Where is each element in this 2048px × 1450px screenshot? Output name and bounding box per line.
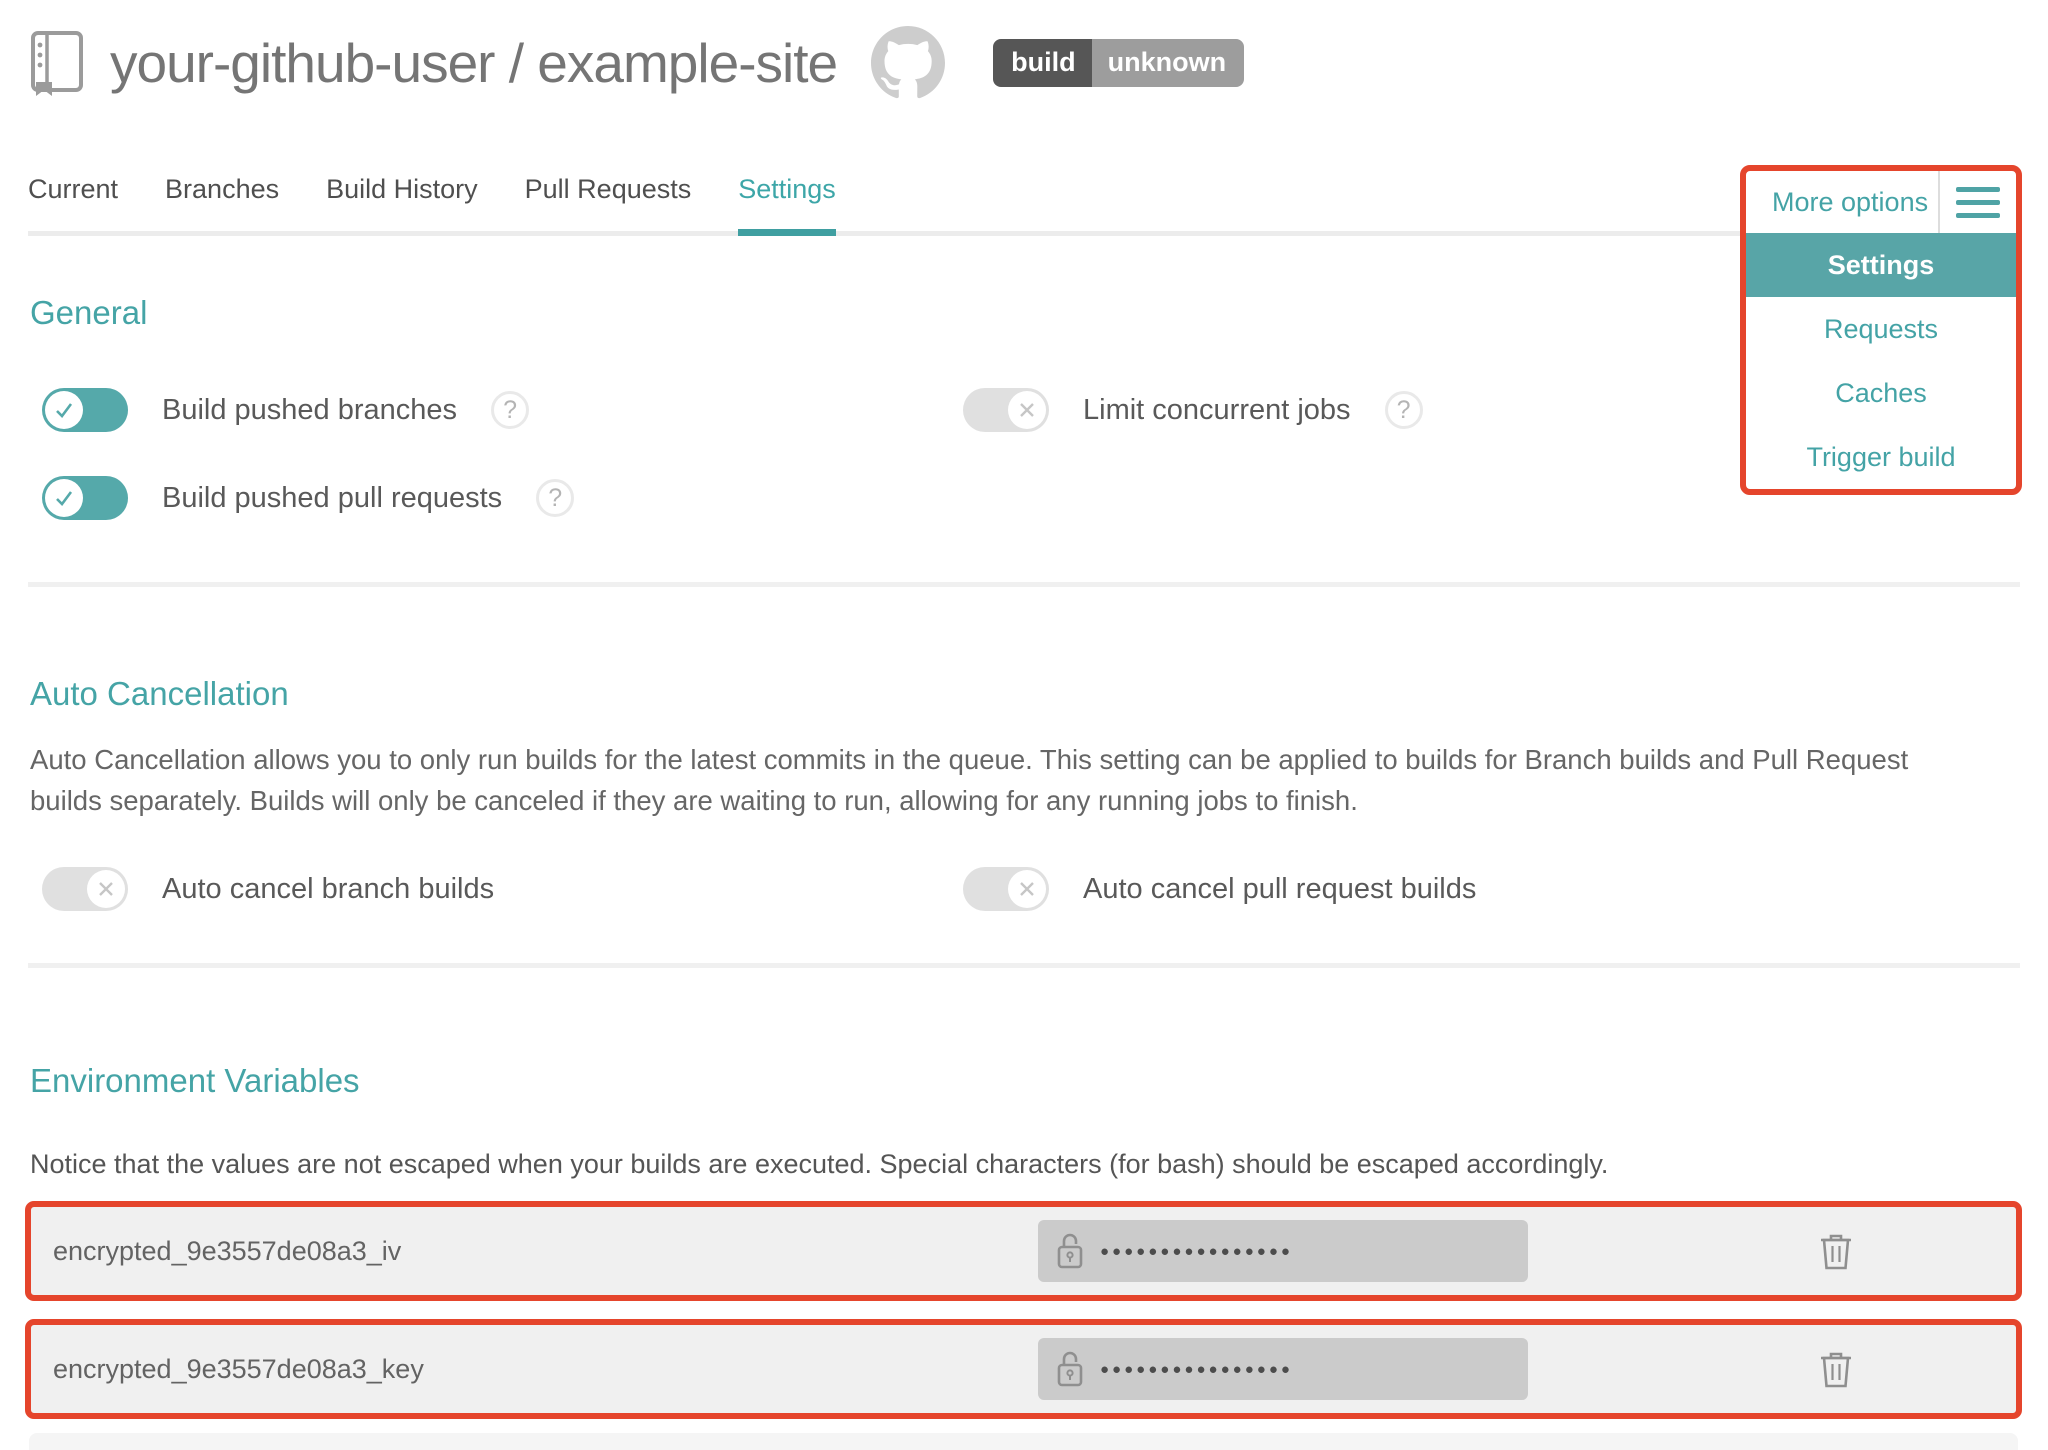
toggle-knob-check-icon <box>45 479 83 517</box>
auto-cancellation-heading: Auto Cancellation <box>30 675 2018 713</box>
tab-settings[interactable]: Settings <box>738 174 836 236</box>
toggle-knob-check-icon <box>45 391 83 429</box>
general-heading: General <box>30 294 2018 332</box>
help-icon[interactable]: ? <box>1385 391 1423 429</box>
toggle-knob-x-icon <box>1008 870 1046 908</box>
next-row-edge <box>29 1433 2018 1450</box>
toggle-label: Build pushed pull requests <box>162 482 502 515</box>
tab-current[interactable]: Current <box>28 174 118 231</box>
badge-label: build <box>993 39 1091 87</box>
help-icon[interactable]: ? <box>536 479 574 517</box>
repo-book-icon <box>30 30 84 96</box>
menu-item-settings[interactable]: Settings <box>1746 233 2016 297</box>
toggle-knob-x-icon <box>1008 391 1046 429</box>
env-var-name: encrypted_9e3557de08a3_iv <box>53 1236 1038 1267</box>
toggle-label: Auto cancel branch builds <box>162 873 494 906</box>
env-vars-notice: Notice that the values are not escaped w… <box>30 1144 1950 1185</box>
delete-env-var-icon[interactable] <box>1818 1230 1854 1272</box>
tab-build-history[interactable]: Build History <box>326 174 478 231</box>
env-var-row: encrypted_9e3557de08a3_key ●●●●●●●●●●●●●… <box>25 1319 2022 1419</box>
masked-value: ●●●●●●●●●●●●●●●● <box>1100 1361 1293 1378</box>
build-pushed-branches-setting: Build pushed branches ? <box>42 388 963 432</box>
env-var-name: encrypted_9e3557de08a3_key <box>53 1354 1038 1385</box>
auto-cancellation-description: Auto Cancellation allows you to only run… <box>30 739 1950 821</box>
badge-status: unknown <box>1092 39 1244 87</box>
menu-item-caches[interactable]: Caches <box>1746 361 2016 425</box>
more-options-dropdown: More options Settings Requests Caches Tr… <box>1740 165 2022 495</box>
repo-header: your-github-user / example-site build un… <box>0 0 2048 100</box>
env-var-value-field: ●●●●●●●●●●●●●●●● <box>1038 1220 1528 1282</box>
menu-item-requests[interactable]: Requests <box>1746 297 2016 361</box>
tab-pull-requests[interactable]: Pull Requests <box>525 174 692 231</box>
settings-page: your-github-user / example-site build un… <box>0 0 2048 1450</box>
auto-cancellation-toggle-row: Auto cancel branch builds Auto cancel pu… <box>0 867 2048 911</box>
auto-cancel-pr-toggle[interactable] <box>963 867 1049 911</box>
build-pushed-branches-toggle[interactable] <box>42 388 128 432</box>
more-options-label: More options <box>1772 187 1928 218</box>
delete-env-var-icon[interactable] <box>1818 1348 1854 1390</box>
section-divider <box>28 963 2020 968</box>
environment-variables-heading: Environment Variables <box>30 1062 2018 1100</box>
auto-cancel-branch-toggle[interactable] <box>42 867 128 911</box>
build-pushed-pull-requests-toggle[interactable] <box>42 476 128 520</box>
toggle-label: Limit concurrent jobs <box>1083 394 1351 427</box>
toggle-label: Build pushed branches <box>162 394 457 427</box>
page-title: your-github-user / example-site <box>110 31 837 95</box>
auto-cancel-pr-setting: Auto cancel pull request builds <box>963 867 2018 911</box>
help-icon[interactable]: ? <box>491 391 529 429</box>
lock-icon <box>1056 1232 1084 1270</box>
section-divider <box>28 582 2020 587</box>
toggle-knob-x-icon <box>87 870 125 908</box>
limit-concurrent-jobs-toggle[interactable] <box>963 388 1049 432</box>
auto-cancel-branch-setting: Auto cancel branch builds <box>42 867 963 911</box>
hamburger-icon[interactable] <box>1940 187 2016 218</box>
menu-item-trigger-build[interactable]: Trigger build <box>1746 425 2016 489</box>
build-pushed-pull-requests-setting: Build pushed pull requests ? <box>42 476 963 520</box>
env-var-row: encrypted_9e3557de08a3_iv ●●●●●●●●●●●●●●… <box>25 1201 2022 1301</box>
masked-value: ●●●●●●●●●●●●●●●● <box>1100 1243 1293 1260</box>
toggle-label: Auto cancel pull request builds <box>1083 873 1476 906</box>
github-icon[interactable] <box>871 26 945 100</box>
tab-bar: Current Branches Build History Pull Requ… <box>28 174 2020 236</box>
lock-icon <box>1056 1350 1084 1388</box>
tab-branches[interactable]: Branches <box>165 174 279 231</box>
env-var-value-field: ●●●●●●●●●●●●●●●● <box>1038 1338 1528 1400</box>
more-options-button[interactable]: More options <box>1746 171 2016 233</box>
build-status-badge: build unknown <box>993 39 1244 87</box>
